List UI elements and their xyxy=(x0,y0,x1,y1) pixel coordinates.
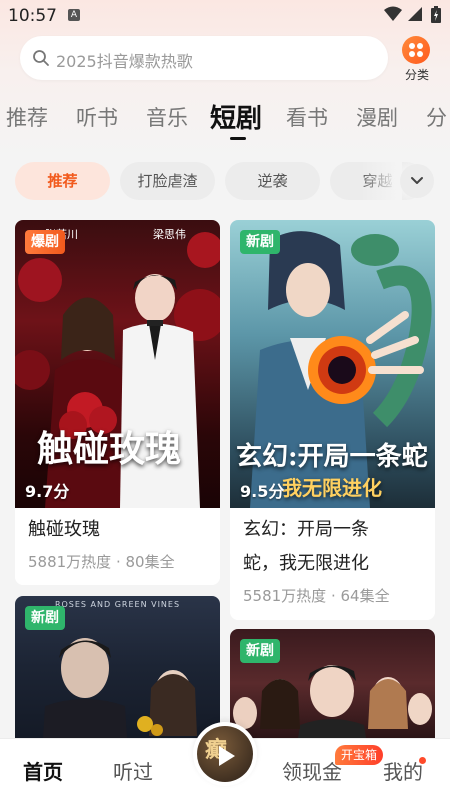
treasure-chest-badge[interactable]: 开宝箱 xyxy=(335,745,384,765)
card-title: 触碰玫瑰 xyxy=(28,519,100,540)
grid-icon xyxy=(402,36,430,64)
status-badge: 新剧 xyxy=(25,606,65,630)
nav-history[interactable]: 听过 xyxy=(113,756,153,785)
tab-comic-drama[interactable]: 漫剧 xyxy=(356,102,398,132)
status-bar: 10:57 A xyxy=(0,0,450,32)
status-badge: 新剧 xyxy=(240,230,280,254)
status-badge: 爆剧 xyxy=(25,230,65,254)
card-meta: 5881万热度 · 80集全 xyxy=(28,553,175,571)
rating-score: 9.7分 xyxy=(25,482,70,501)
tab-music[interactable]: 音乐 xyxy=(146,102,188,132)
drama-poster: 玄幻:开局一条蛇 我无限进化 xyxy=(230,220,435,508)
tab-indicator xyxy=(230,137,246,140)
drama-card[interactable]: 玄幻:开局一条蛇 我无限进化 新剧 9.5分 玄幻：开局一条 蛇，我无限进化 5… xyxy=(230,220,435,620)
drama-card[interactable]: 触碰玫瑰 张若川 梁思伟 爆剧 9.7分 触碰玫瑰 5881万热度 · 80集全 xyxy=(15,220,220,585)
category-button[interactable]: 分类 xyxy=(396,34,438,82)
card-meta: 5581万热度 · 64集全 xyxy=(243,587,390,605)
tab-short-drama[interactable]: 短剧 xyxy=(210,98,262,135)
tab-audiobook[interactable]: 听书 xyxy=(76,102,118,132)
poster-subtitle: 我无限进化 xyxy=(282,476,382,500)
signal-icon xyxy=(408,7,422,21)
tab-more[interactable]: 分 xyxy=(426,102,447,132)
drama-card[interactable]: 新剧 xyxy=(230,629,435,738)
status-badge: 新剧 xyxy=(240,639,280,663)
notification-dot xyxy=(419,757,426,764)
tab-reading[interactable]: 看书 xyxy=(286,102,328,132)
drama-poster: 触碰玫瑰 张若川 梁思伟 xyxy=(15,220,220,508)
nav-profile[interactable]: 我的 xyxy=(383,756,423,785)
poster-title: 玄幻:开局一条蛇 xyxy=(236,442,428,472)
nav-earn-cash[interactable]: 领现金 xyxy=(282,756,342,785)
now-playing-button[interactable]: 癫 xyxy=(193,722,257,786)
chip-comeback[interactable]: 逆袭 xyxy=(225,162,320,200)
chip-recommend[interactable]: 推荐 xyxy=(15,162,110,200)
status-time: 10:57 xyxy=(8,6,57,26)
rating-score: 9.5分 xyxy=(240,482,285,501)
drama-card[interactable]: ROSES AND GREEN VINES 新剧 xyxy=(15,596,220,738)
poster-credit-right: 梁思伟 xyxy=(153,228,186,241)
card-title-line-2: 蛇，我无限进化 xyxy=(243,553,369,574)
search-bar[interactable]: 2025抖音爆款热歌 xyxy=(20,36,388,80)
card-title-line-1: 玄幻：开局一条 xyxy=(243,519,369,540)
wifi-icon xyxy=(384,6,402,21)
tab-recommend[interactable]: 推荐 xyxy=(6,102,48,132)
poster-title: 触碰玫瑰 xyxy=(37,428,182,470)
now-playing-cover: 癫 xyxy=(197,726,253,782)
search-icon xyxy=(33,50,49,66)
main-tabs: 推荐 听书 音乐 短剧 看书 漫剧 分 xyxy=(0,96,450,140)
chip-face-slap[interactable]: 打脸虐渣 xyxy=(120,162,215,200)
category-label: 分类 xyxy=(404,68,429,82)
nav-home[interactable]: 首页 xyxy=(23,756,63,785)
battery-icon xyxy=(431,6,441,23)
chevron-down-icon xyxy=(411,177,423,184)
search-placeholder: 2025抖音爆款热歌 xyxy=(56,52,193,71)
play-icon xyxy=(219,746,235,766)
chips-fade xyxy=(360,162,402,200)
notification-a-icon: A xyxy=(68,9,80,21)
chips-expand-button[interactable] xyxy=(400,164,434,198)
